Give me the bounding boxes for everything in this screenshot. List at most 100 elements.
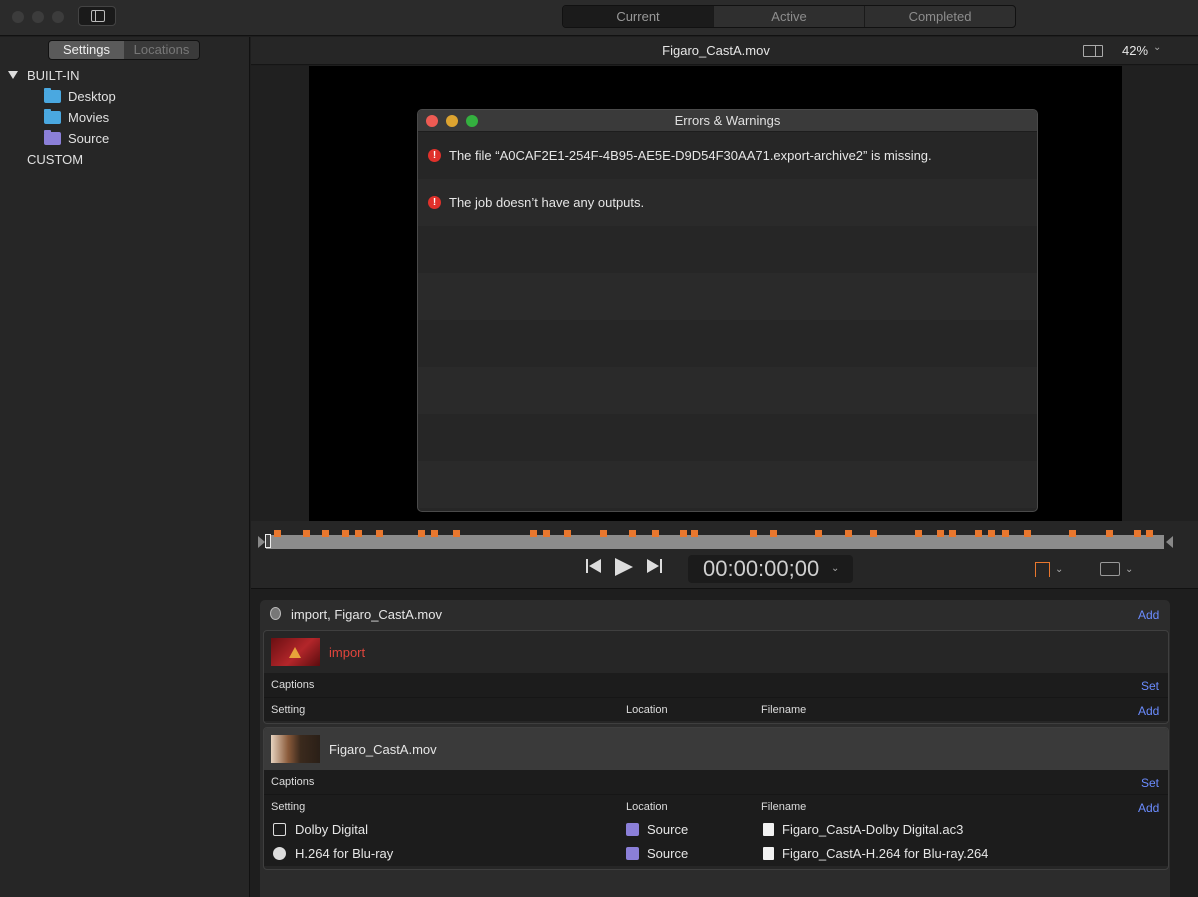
captions-label: Captions — [271, 679, 315, 691]
output-row[interactable]: Dolby Digital Source Figaro_CastA-Dolby … — [264, 818, 1168, 842]
chapter-marker[interactable] — [303, 530, 310, 537]
dialog-minimize-button[interactable] — [446, 115, 458, 127]
chapter-marker[interactable] — [629, 530, 636, 537]
sidebar-item-label: Source — [68, 130, 110, 146]
playhead[interactable] — [265, 534, 271, 548]
sidebar-item-desktop[interactable]: Desktop — [44, 87, 116, 105]
chapter-marker[interactable] — [342, 530, 349, 537]
in-point-handle[interactable] — [258, 536, 265, 548]
sidebar-item-source[interactable]: Source — [44, 129, 109, 147]
chapter-marker[interactable] — [543, 530, 550, 537]
error-row[interactable]: ! The file “A0CAF2E1-254F-4B95-AE5E-D9D5… — [418, 132, 1037, 179]
chapter-marker[interactable] — [691, 530, 698, 537]
folder-icon — [44, 108, 61, 124]
column-header-setting: Setting — [271, 704, 306, 716]
chapter-marker[interactable] — [1134, 530, 1141, 537]
skip-forward-icon — [647, 559, 662, 573]
job-import[interactable]: import Captions Set Setting Location Fil… — [263, 630, 1169, 724]
add-output-button[interactable]: Add — [1138, 801, 1159, 815]
output-row[interactable]: H.264 for Blu-ray Source Figaro_CastA-H.… — [264, 842, 1168, 866]
sidebar-item-movies[interactable]: Movies — [44, 108, 109, 126]
timecode-display[interactable]: 00:00:00;00 — [688, 555, 853, 583]
play-button[interactable] — [614, 557, 634, 580]
chapter-marker[interactable] — [750, 530, 757, 537]
output-filename[interactable]: Figaro_CastA-H.264 for Blu-ray.264 — [782, 846, 988, 861]
chapter-marker[interactable] — [949, 530, 956, 537]
chapter-marker[interactable] — [1106, 530, 1113, 537]
chapter-marker[interactable] — [870, 530, 877, 537]
page-title: Figaro_CastA.mov — [662, 43, 770, 58]
tab-completed[interactable]: Completed — [865, 6, 1015, 27]
chapter-marker[interactable] — [915, 530, 922, 537]
chapter-marker[interactable] — [564, 530, 571, 537]
chevron-down-icon[interactable]: ⌄ — [1153, 42, 1161, 53]
output-location[interactable]: Source — [647, 846, 688, 861]
chapter-marker[interactable] — [355, 530, 362, 537]
chapter-marker[interactable] — [770, 530, 777, 537]
chapter-marker[interactable] — [652, 530, 659, 537]
add-output-button[interactable]: Add — [1138, 704, 1159, 718]
chapter-marker[interactable] — [988, 530, 995, 537]
timeline-scrubber[interactable] — [266, 535, 1164, 549]
zoom-window-button[interactable] — [52, 11, 64, 23]
job-figaro[interactable]: Figaro_CastA.mov Captions Set Setting Lo… — [263, 727, 1169, 870]
add-job-button[interactable]: Add — [1138, 608, 1159, 622]
chevron-down-icon[interactable]: ⌄ — [1125, 564, 1133, 575]
folder-icon — [44, 129, 61, 145]
split-view-icon[interactable] — [1083, 45, 1103, 57]
bookmark-icon[interactable] — [1035, 562, 1050, 577]
chapter-marker[interactable] — [1069, 530, 1076, 537]
error-icon: ! — [428, 149, 441, 162]
folder-icon — [626, 847, 639, 860]
chapter-marker[interactable] — [1024, 530, 1031, 537]
chapter-marker[interactable] — [274, 530, 281, 537]
sidebar-icon — [91, 10, 105, 22]
chapter-marker[interactable] — [815, 530, 822, 537]
chapter-marker[interactable] — [453, 530, 460, 537]
errors-warnings-dialog: Errors & Warnings ! The file “A0CAF2E1-2… — [417, 109, 1038, 512]
chapter-marker[interactable] — [680, 530, 687, 537]
output-location[interactable]: Source — [647, 822, 688, 837]
chapter-marker[interactable] — [322, 530, 329, 537]
chapter-marker[interactable] — [975, 530, 982, 537]
tab-locations[interactable]: Locations — [124, 41, 199, 59]
chapter-marker[interactable] — [418, 530, 425, 537]
disclosure-triangle-icon[interactable] — [8, 71, 18, 79]
empty-row — [418, 226, 1037, 273]
zoom-level[interactable]: 42% — [1122, 43, 1148, 58]
chapter-marker[interactable] — [431, 530, 438, 537]
captions-icon[interactable] — [1100, 562, 1120, 576]
folder-icon — [626, 823, 639, 836]
chapter-marker[interactable] — [845, 530, 852, 537]
sidebar-toggle-button[interactable] — [78, 6, 116, 26]
tab-current[interactable]: Current — [563, 6, 714, 27]
tab-settings[interactable]: Settings — [49, 41, 124, 59]
close-window-button[interactable] — [12, 11, 24, 23]
chapter-marker[interactable] — [1002, 530, 1009, 537]
previous-frame-button[interactable] — [586, 558, 602, 577]
error-row[interactable]: ! The job doesn’t have any outputs. — [418, 179, 1037, 226]
set-captions-button[interactable]: Set — [1141, 776, 1159, 790]
chapter-marker[interactable] — [1146, 530, 1153, 537]
chapter-marker[interactable] — [530, 530, 537, 537]
captions-label: Captions — [271, 776, 315, 788]
chevron-down-icon[interactable]: ⌄ — [831, 563, 839, 574]
job-name: import — [329, 645, 366, 660]
play-icon — [615, 558, 633, 576]
out-point-handle[interactable] — [1166, 536, 1173, 548]
output-filename[interactable]: Figaro_CastA-Dolby Digital.ac3 — [782, 822, 963, 837]
next-frame-button[interactable] — [646, 558, 662, 577]
chapter-marker[interactable] — [600, 530, 607, 537]
minimize-window-button[interactable] — [32, 11, 44, 23]
builtin-group-label: BUILT-IN — [27, 68, 80, 83]
chapter-marker[interactable] — [376, 530, 383, 537]
outputs-header: Setting Location Filename Add — [264, 794, 1168, 818]
dialog-close-button[interactable] — [426, 115, 438, 127]
chapter-marker[interactable] — [937, 530, 944, 537]
set-captions-button[interactable]: Set — [1141, 679, 1159, 693]
dialog-zoom-button[interactable] — [466, 115, 478, 127]
chevron-down-icon[interactable]: ⌄ — [1055, 564, 1063, 575]
tab-active[interactable]: Active — [714, 6, 865, 27]
audio-file-icon — [763, 823, 774, 836]
warning-icon — [289, 647, 301, 658]
